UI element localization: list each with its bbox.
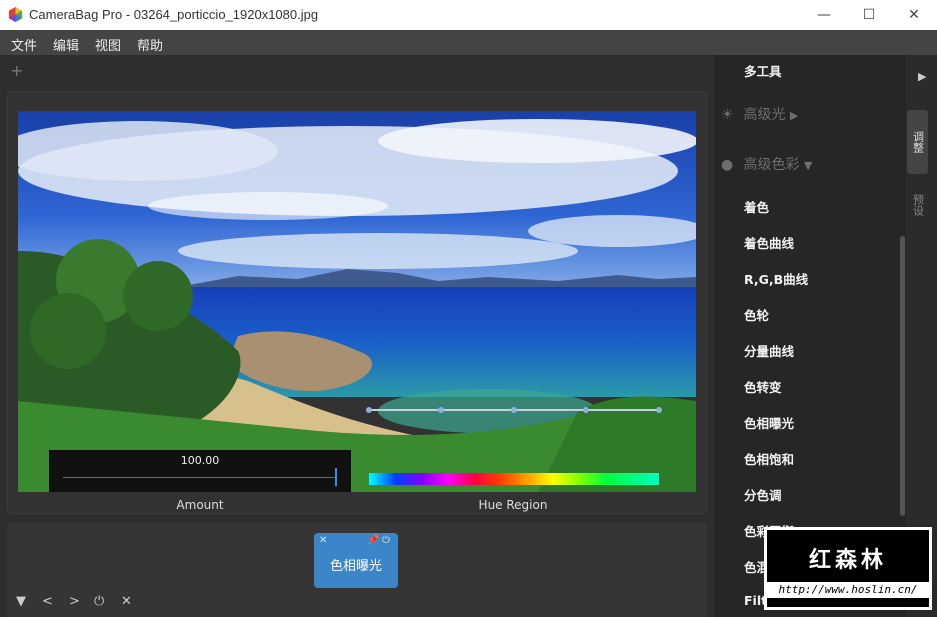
sidebar-item-rgb-curves[interactable]: R,G,B曲线 — [744, 269, 808, 288]
panel-toggle-icon[interactable]: ▶ — [918, 70, 926, 83]
amount-slider-handle[interactable] — [335, 468, 337, 486]
remove-icon[interactable]: ✕ — [121, 594, 132, 609]
hue-region-label: Hue Region — [478, 498, 548, 512]
amount-track — [63, 477, 337, 478]
sidebar-item-color-shift[interactable]: 色转变 — [744, 377, 782, 396]
close-icon: ✕ — [908, 7, 920, 23]
power-icon[interactable]: ⏻ — [94, 594, 104, 609]
title-bar: CameraBag Pro - 03264_porticcio_1920x108… — [0, 0, 937, 30]
maximize-button[interactable]: ☐ — [846, 0, 892, 30]
photo-preview[interactable] — [18, 111, 696, 492]
sidebar-item-split-tone[interactable]: 分色调 — [744, 485, 782, 504]
collapse-arrow-icon: ▼ — [803, 159, 813, 172]
tab-presets[interactable]: 预设 — [907, 180, 928, 230]
minimize-icon: — — [817, 7, 831, 23]
minimize-button[interactable]: — — [801, 0, 847, 30]
amount-value: 100.00 — [180, 454, 220, 467]
sidebar-item-hue-exposure[interactable]: 色相曝光 — [744, 413, 794, 432]
chip-label: 色相曝光 — [329, 559, 382, 574]
sun-icon: ☀ — [721, 107, 734, 123]
sidebar-section-advanced-color[interactable]: ● 高级色彩 ▼ — [721, 154, 812, 174]
section-label: 高级色彩 — [743, 157, 800, 173]
menu-view[interactable]: 视图 — [95, 35, 121, 54]
section-label: 高级光 — [743, 107, 786, 123]
tab-adjustments[interactable]: 调整 — [907, 110, 928, 174]
sidebar-item-tint-curves[interactable]: 着色曲线 — [744, 233, 794, 252]
sidebar-item-multitool[interactable]: 多工具 — [744, 61, 782, 80]
window-title: CameraBag Pro - 03264_porticcio_1920x108… — [29, 7, 319, 22]
adjustment-chip[interactable]: ✕ 📌 ⏻ 色相曝光 — [314, 533, 398, 588]
hue-region-bar[interactable] — [369, 473, 659, 485]
next-icon[interactable]: > — [69, 594, 80, 609]
app-logo-icon — [8, 7, 23, 22]
amount-slider[interactable]: 100.00 — [49, 450, 351, 492]
chip-close-icon[interactable]: ✕ — [319, 535, 327, 546]
tab-label: 调整 — [911, 131, 925, 153]
amount-label: Amount — [176, 498, 224, 512]
collapse-icon[interactable]: ▼ — [16, 594, 26, 609]
menu-help[interactable]: 帮助 — [137, 35, 163, 54]
watermark-text: 红森林 — [808, 548, 887, 573]
sidebar-item-hue-saturation[interactable]: 色相饱和 — [744, 449, 794, 468]
menu-edit[interactable]: 编辑 — [53, 35, 79, 54]
sidebar-item-tint[interactable]: 着色 — [744, 197, 769, 216]
color-circles-icon: ● — [721, 157, 734, 173]
close-button[interactable]: ✕ — [891, 0, 937, 30]
menu-file[interactable]: 文件 — [11, 35, 37, 54]
sidebar-scrollbar[interactable] — [900, 236, 905, 516]
tab-label: 预设 — [911, 194, 925, 216]
watermark-url: http://www.hoslin.cn/ — [767, 582, 929, 598]
previous-icon[interactable]: < — [42, 594, 53, 609]
maximize-icon: ☐ — [862, 7, 876, 23]
expand-arrow-icon: ▶ — [789, 109, 799, 122]
sidebar-item-color-wheel[interactable]: 色轮 — [744, 305, 769, 324]
watermark: 红森林 http://www.hoslin.cn/ — [764, 527, 932, 610]
sidebar-section-advanced-light[interactable]: ☀ 高级光 ▶ — [721, 104, 798, 124]
chip-pin-icon[interactable]: 📌 — [367, 535, 379, 546]
chip-power-icon[interactable]: ⏻ — [382, 535, 390, 546]
sidebar-item-component-curves[interactable]: 分量曲线 — [744, 341, 794, 360]
menu-bar: 文件 编辑 视图 帮助 — [0, 30, 937, 55]
add-tab-button[interactable]: + — [10, 61, 23, 80]
